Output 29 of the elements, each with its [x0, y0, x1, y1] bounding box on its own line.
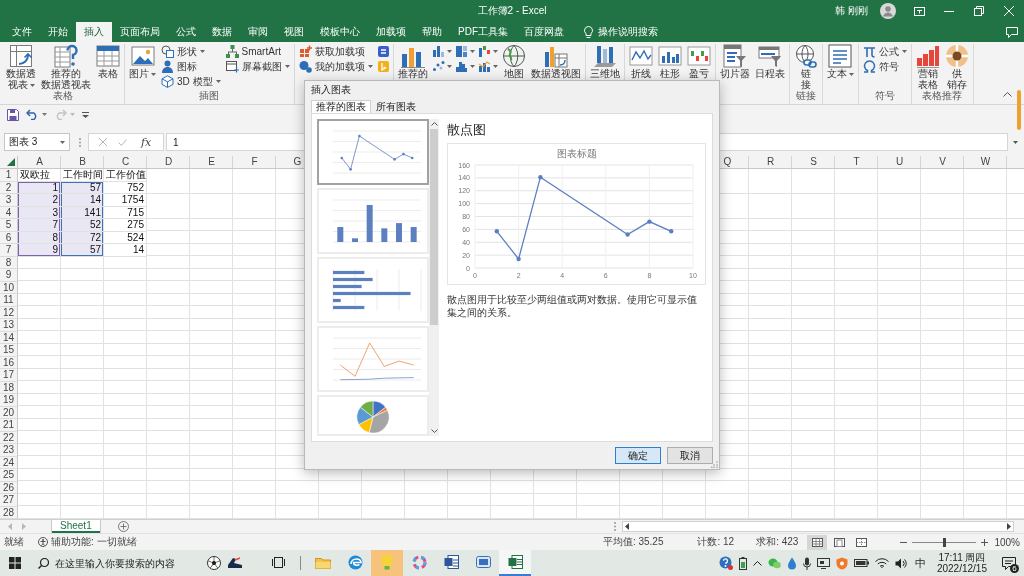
status-text: 计数: 12: [697, 535, 735, 549]
window-title: 工作簿2 - Excel: [477, 4, 547, 18]
table-cell: 7: [18, 219, 61, 232]
table-cell: 9: [18, 244, 61, 257]
table-cell: 工作价值: [104, 169, 147, 182]
zoom-level: 100%: [994, 536, 1020, 548]
table-cell: 14: [104, 244, 147, 257]
group-label: 表格推荐: [922, 90, 963, 102]
chart-title: 图表标题: [556, 147, 597, 160]
user-name: 韩 刚刚: [835, 4, 868, 18]
table-cell: 2: [18, 194, 61, 207]
group-label: 插图: [199, 90, 220, 102]
table-cell: 1754: [104, 194, 147, 207]
chart-description: 散点图用于比较至少两组值或两对数据。使用它可显示值集之间的关系。: [447, 293, 698, 319]
table-cell: 275: [104, 219, 147, 232]
chart-type-heading: 散点图: [447, 121, 486, 139]
group-label: 链接: [795, 90, 816, 102]
status-text: 求和: 423: [756, 535, 799, 549]
dialog-title: 插入图表: [310, 83, 351, 97]
table-cell: 工作时间: [61, 169, 104, 182]
group-label: 符号: [874, 90, 895, 102]
table-cell: 双欧拉: [18, 169, 61, 182]
status-text: 就绪: [4, 535, 24, 549]
table-cell: 14: [61, 194, 104, 207]
table-cell: 57: [61, 244, 104, 257]
status-text: 平均值: 35.25: [602, 535, 664, 549]
table-cell: 52: [61, 219, 104, 232]
notification-count: 6: [1010, 564, 1019, 573]
group-label: 表格: [53, 90, 73, 102]
